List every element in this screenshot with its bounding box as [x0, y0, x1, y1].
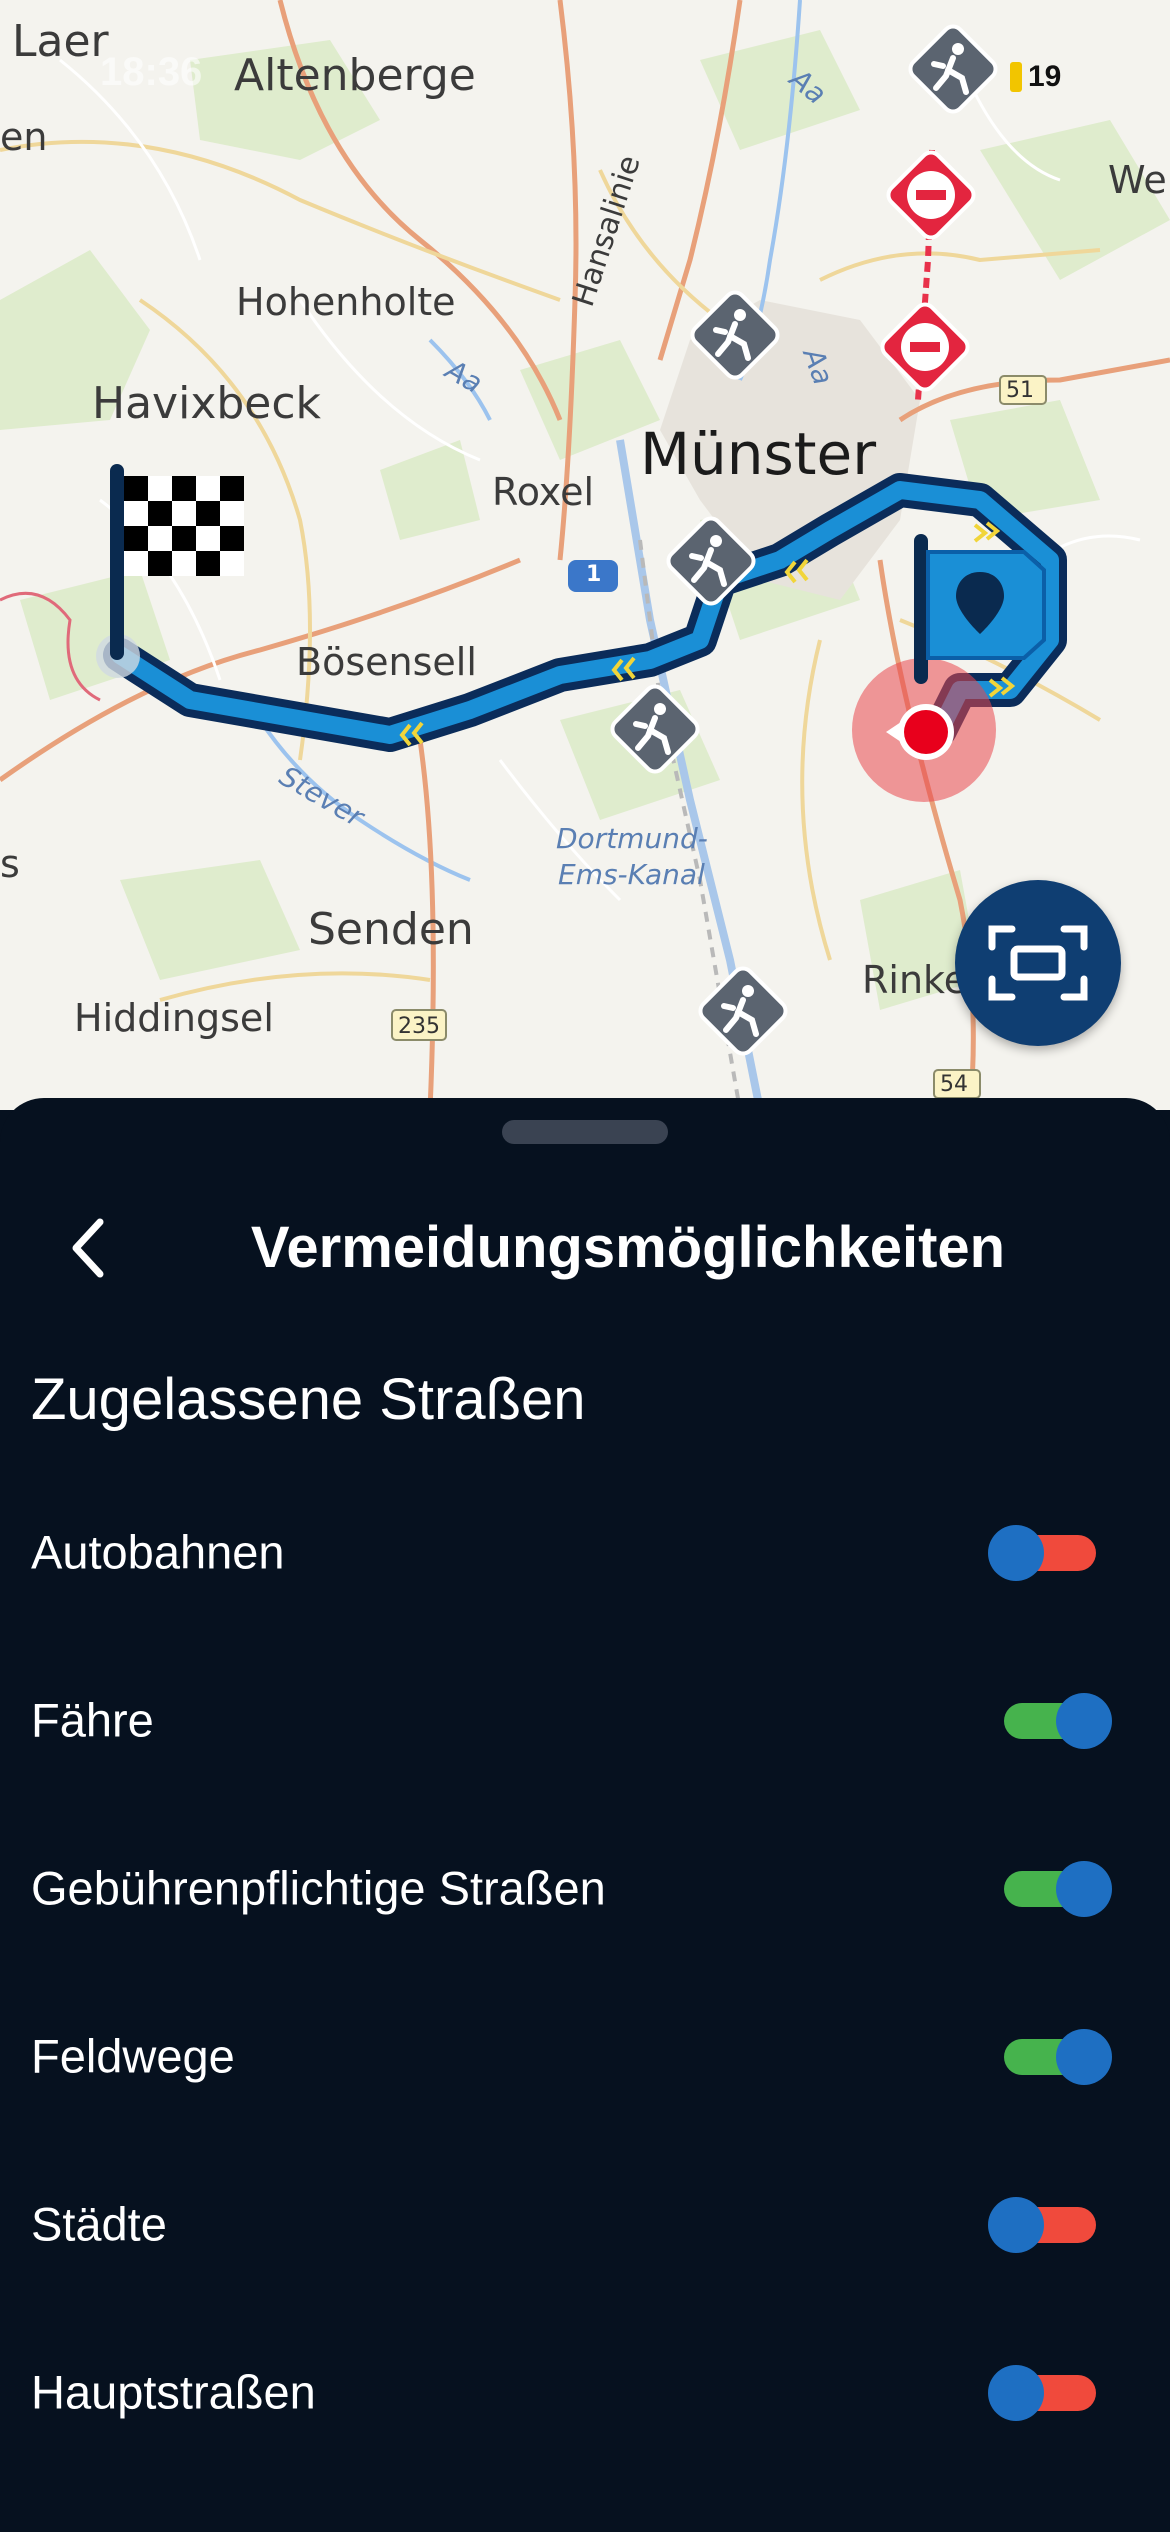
toggle-staedte[interactable]	[988, 2191, 1104, 2257]
map-label-bosensell: Bösensell	[296, 640, 477, 684]
option-row-hauptstrassen[interactable]: Hauptstraßen	[0, 2308, 1170, 2476]
map-label-s: s	[0, 842, 20, 886]
toggle-gebuehrenpflichtige-strassen[interactable]	[996, 1855, 1112, 1921]
option-label: Fähre	[31, 1693, 154, 1747]
frame-icon	[988, 925, 1088, 1001]
road-shield-1: 1	[586, 562, 602, 587]
map-label-laer: Laer	[12, 16, 109, 67]
map-label-canal-2: Ems-Kanal	[558, 858, 705, 891]
option-row-autobahnen[interactable]: Autobahnen	[0, 1468, 1170, 1636]
option-row-gebuehrenpflichtige-strassen[interactable]: Gebührenpflichtige Straßen	[0, 1804, 1170, 1972]
option-label: Autobahnen	[31, 1525, 285, 1579]
start-marker-icon[interactable]	[904, 530, 1054, 700]
avoid-options-sheet: Vermeidungsmöglichkeiten Zugelassene Str…	[0, 1098, 1170, 2532]
map-label-munster: Münster	[640, 420, 877, 488]
battery-percent: 19	[1028, 60, 1062, 93]
option-row-feldwege[interactable]: Feldwege	[0, 1972, 1170, 2140]
fit-route-button[interactable]	[955, 880, 1121, 1046]
roadworks-icon[interactable]	[688, 956, 798, 1066]
option-label: Hauptstraßen	[31, 2365, 316, 2419]
route-map[interactable]: Laer Altenberge en We Hohenholte Havixbe…	[0, 0, 1170, 1110]
map-label-senden: Senden	[308, 904, 474, 955]
map-label-havixbeck: Havixbeck	[92, 378, 322, 429]
battery-level-icon	[1010, 62, 1022, 92]
road-shield-235: 235	[398, 1014, 440, 1039]
road-shield-54: 54	[940, 1072, 968, 1097]
map-label-we: We	[1108, 158, 1167, 202]
map-label-hohenholte: Hohenholte	[236, 280, 456, 324]
roadworks-icon[interactable]	[600, 674, 710, 784]
destination-flag-icon[interactable]	[90, 456, 250, 686]
section-heading: Zugelassene Straßen	[31, 1367, 586, 1432]
roadworks-icon[interactable]	[656, 506, 766, 616]
road-shield-51: 51	[1006, 378, 1034, 403]
road-closed-icon[interactable]	[868, 290, 982, 404]
sheet-drag-handle[interactable]	[502, 1120, 668, 1144]
road-closed-icon[interactable]	[874, 138, 988, 252]
option-row-staedte[interactable]: Städte	[0, 2140, 1170, 2308]
map-label-rinke: Rinke	[862, 958, 968, 1002]
toggle-feldwege[interactable]	[996, 2023, 1112, 2089]
toggle-hauptstrassen[interactable]	[988, 2359, 1104, 2425]
option-label: Städte	[31, 2197, 167, 2251]
battery-indicator: 19	[1010, 60, 1061, 94]
map-label-hiddingsel: Hiddingsel	[74, 996, 274, 1040]
toggle-faehre[interactable]	[996, 1687, 1112, 1753]
current-location-icon	[886, 704, 954, 760]
option-label: Gebührenpflichtige Straßen	[31, 1861, 606, 1915]
option-label: Feldwege	[31, 2029, 235, 2083]
map-label-roxel: Roxel	[492, 470, 595, 514]
status-time: 18:36	[100, 50, 203, 94]
roadworks-icon[interactable]	[680, 280, 790, 390]
map-label-en: en	[0, 115, 48, 159]
map-label-canal-1: Dortmund-	[556, 822, 708, 855]
map-label-altenberge: Altenberge	[234, 50, 476, 101]
page-title: Vermeidungsmöglichkeiten	[250, 1215, 1006, 1280]
roadworks-icon[interactable]	[898, 14, 1008, 124]
option-row-faehre[interactable]: Fähre	[0, 1636, 1170, 1804]
toggle-autobahnen[interactable]	[988, 1519, 1104, 1585]
